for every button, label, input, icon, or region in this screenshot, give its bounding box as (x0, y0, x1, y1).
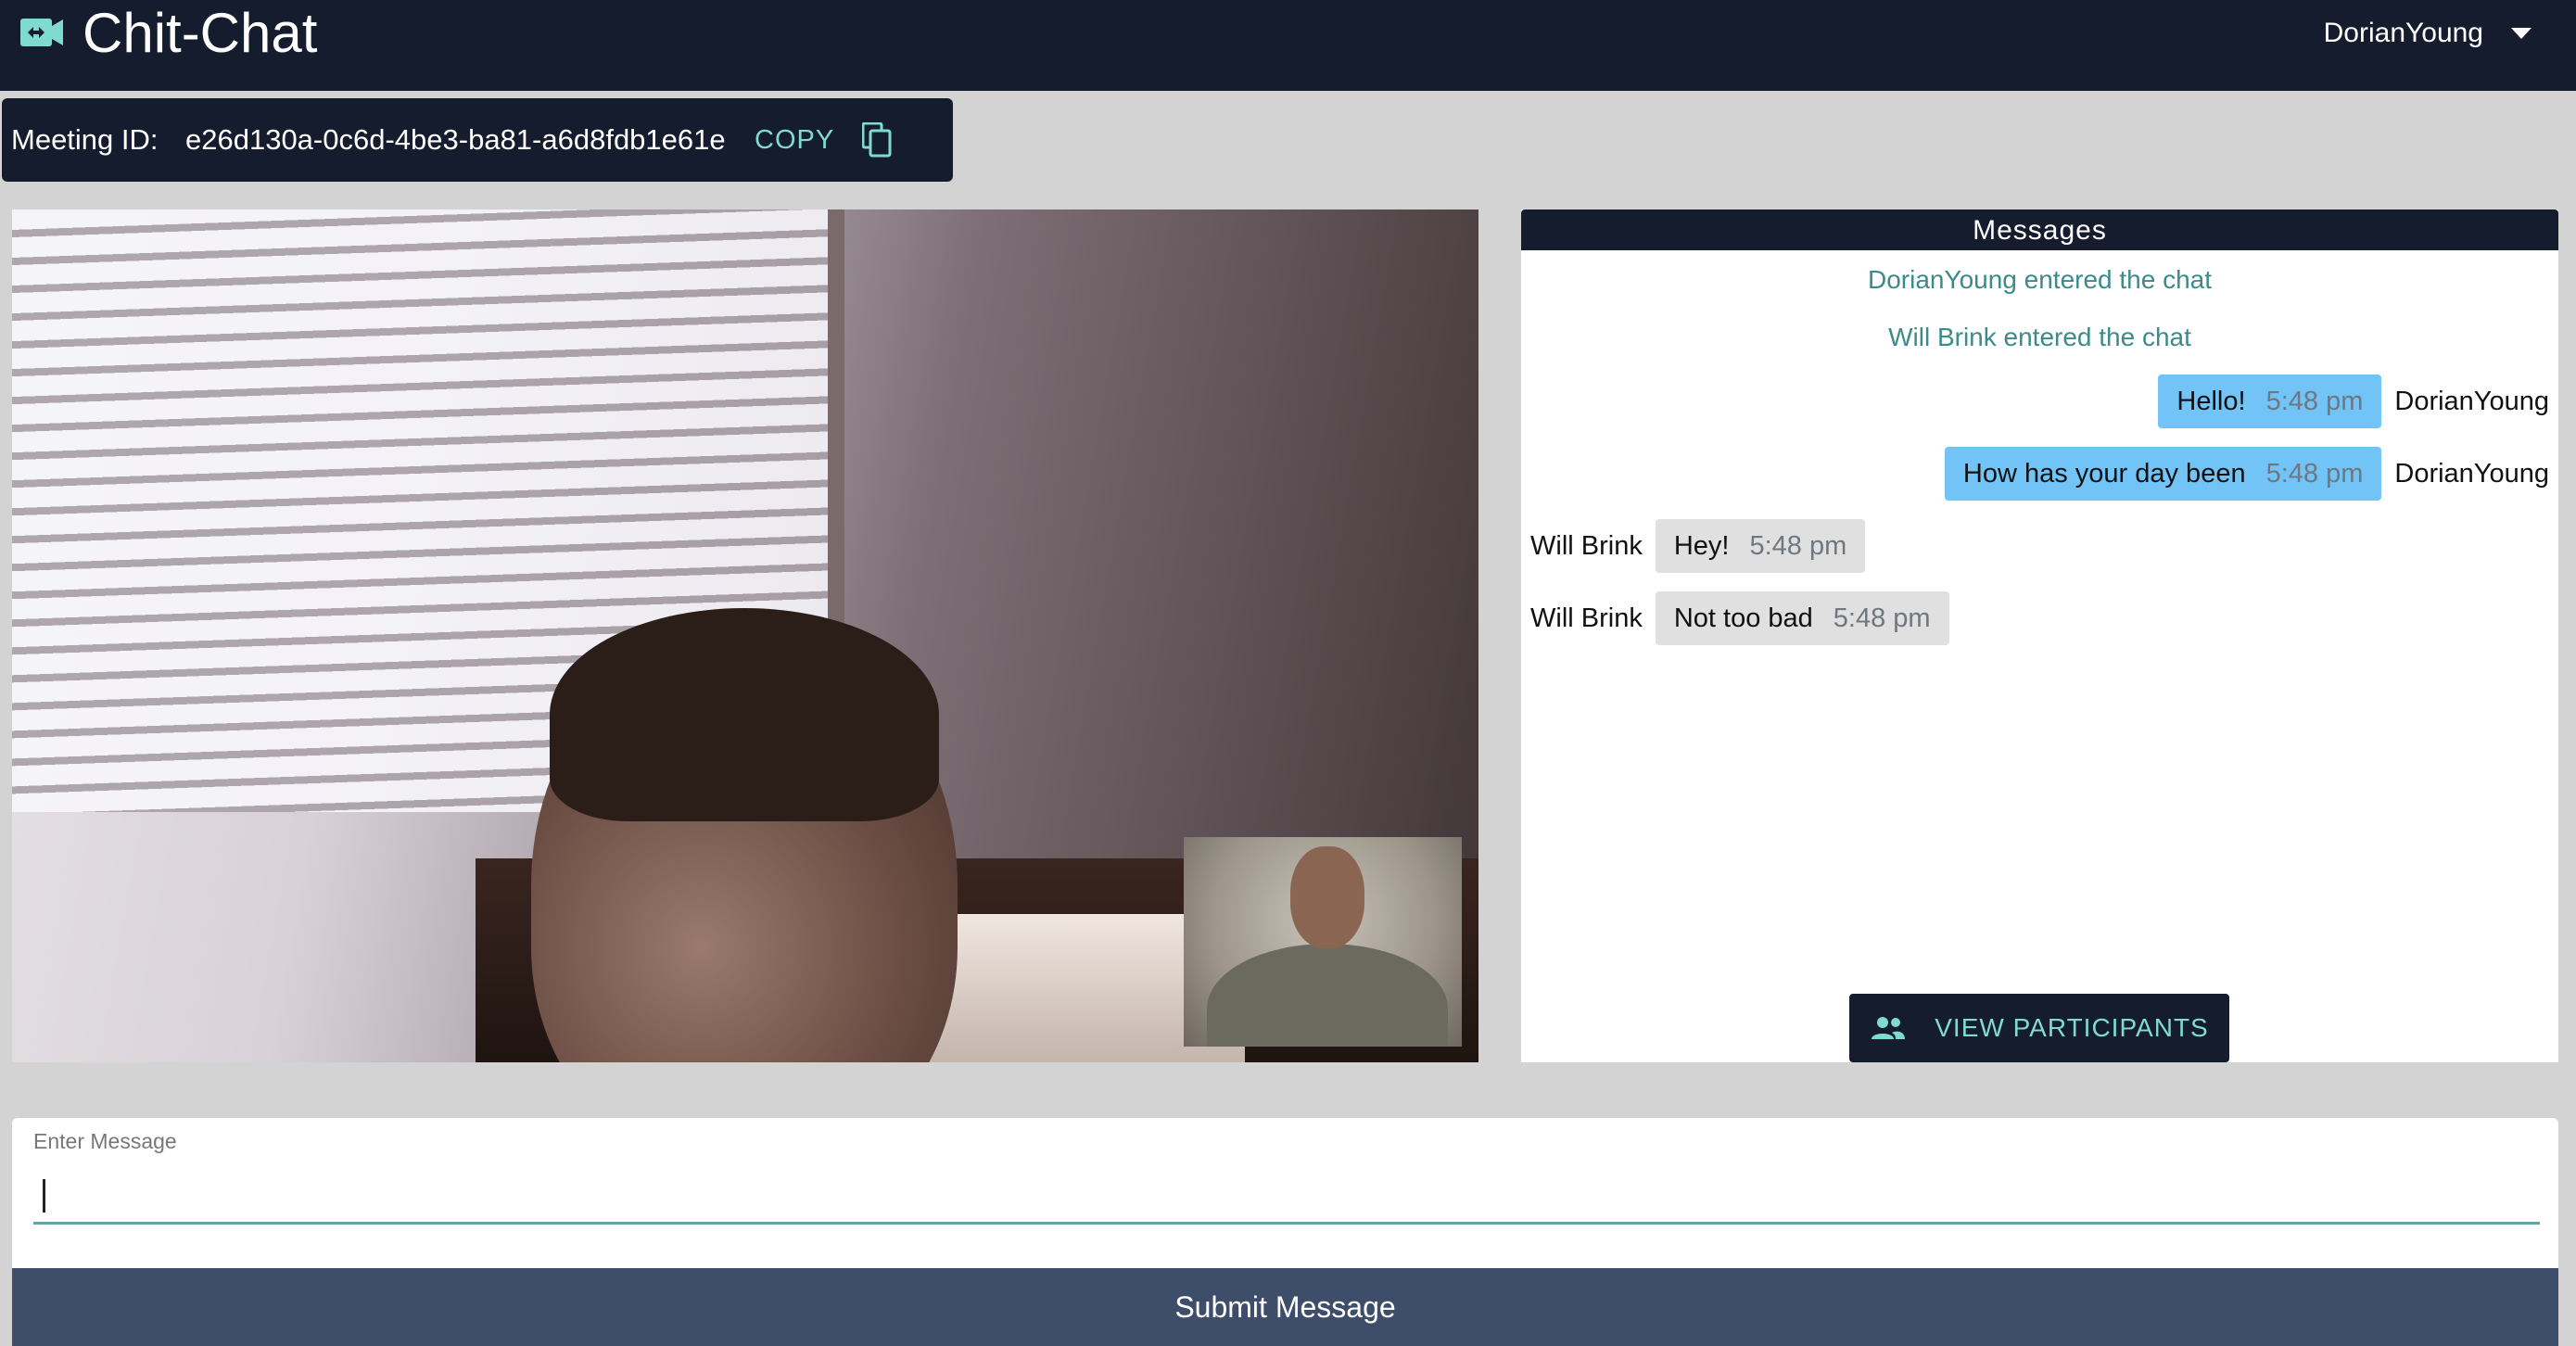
messages-panel: Messages DorianYoung entered the chat Wi… (1521, 210, 2558, 1062)
message-bubble: Hello! 5:48 pm (2158, 375, 2382, 428)
message-author: Will Brink (1530, 603, 1643, 633)
text-cursor (43, 1179, 45, 1213)
system-message: Will Brink entered the chat (1888, 323, 2191, 351)
submit-message-button[interactable]: Submit Message (12, 1268, 2558, 1346)
message-text: Not too bad (1673, 603, 1813, 633)
message-time: 5:48 pm (2265, 458, 2364, 489)
self-participant-face (1290, 846, 1364, 948)
message-bubble: How has your day been 5:48 pm (1944, 447, 2382, 501)
message-input[interactable] (33, 1164, 2540, 1225)
system-message: DorianYoung entered the chat (1867, 265, 2213, 294)
message-composer: Enter Message (12, 1118, 2558, 1268)
message-time: 5:48 pm (1833, 603, 1931, 633)
message-author: Will Brink (1530, 530, 1643, 561)
message-text: Hello! (2176, 386, 2246, 416)
meeting-id-label: Meeting ID: (11, 123, 159, 156)
message-time: 5:48 pm (2265, 386, 2364, 416)
user-menu[interactable]: DorianYoung (2324, 0, 2532, 67)
chat-message: Will Brink Hey! 5:48 pm (1530, 519, 1866, 573)
copy-button[interactable]: COPY (755, 109, 931, 171)
people-icon (1872, 1017, 1906, 1039)
message-text: How has your day been (1962, 458, 2246, 489)
view-participants-label: VIEW PARTICIPANTS (1935, 1013, 2209, 1042)
chat-message: Hello! 5:48 pm DorianYoung (2158, 375, 2549, 428)
self-video (1184, 837, 1462, 1047)
message-input-label: Enter Message (33, 1129, 177, 1153)
message-bubble: Not too bad 5:48 pm (1655, 591, 1949, 645)
meeting-id-bar: Meeting ID: e26d130a-0c6d-4be3-ba81-a6d8… (2, 98, 953, 182)
message-author: DorianYoung (2394, 386, 2549, 416)
chat-message: How has your day been 5:48 pm DorianYoun… (1944, 447, 2549, 501)
remote-participant-hair (550, 608, 939, 821)
message-text: Hey! (1673, 530, 1730, 561)
user-name: DorianYoung (2323, 18, 2483, 48)
copy-button-label: COPY (755, 124, 835, 155)
message-bubble: Hey! 5:48 pm (1655, 519, 1866, 573)
messages-header: Messages (1521, 210, 2558, 250)
meeting-id-value: e26d130a-0c6d-4be3-ba81-a6d8fdb1e61e (185, 123, 726, 156)
message-time: 5:48 pm (1749, 530, 1847, 561)
app-title: Chit-Chat (82, 2, 318, 64)
video-call-icon (20, 19, 63, 46)
copy-icon (862, 122, 892, 158)
self-participant-body (1207, 944, 1448, 1047)
view-participants-button[interactable]: VIEW PARTICIPANTS (1849, 994, 2229, 1062)
caret-down-icon[interactable] (2511, 28, 2532, 39)
message-author: DorianYoung (2394, 458, 2549, 489)
app-bar: Chit-Chat DorianYoung (0, 0, 2576, 91)
chat-message: Will Brink Not too bad 5:48 pm (1530, 591, 1949, 645)
